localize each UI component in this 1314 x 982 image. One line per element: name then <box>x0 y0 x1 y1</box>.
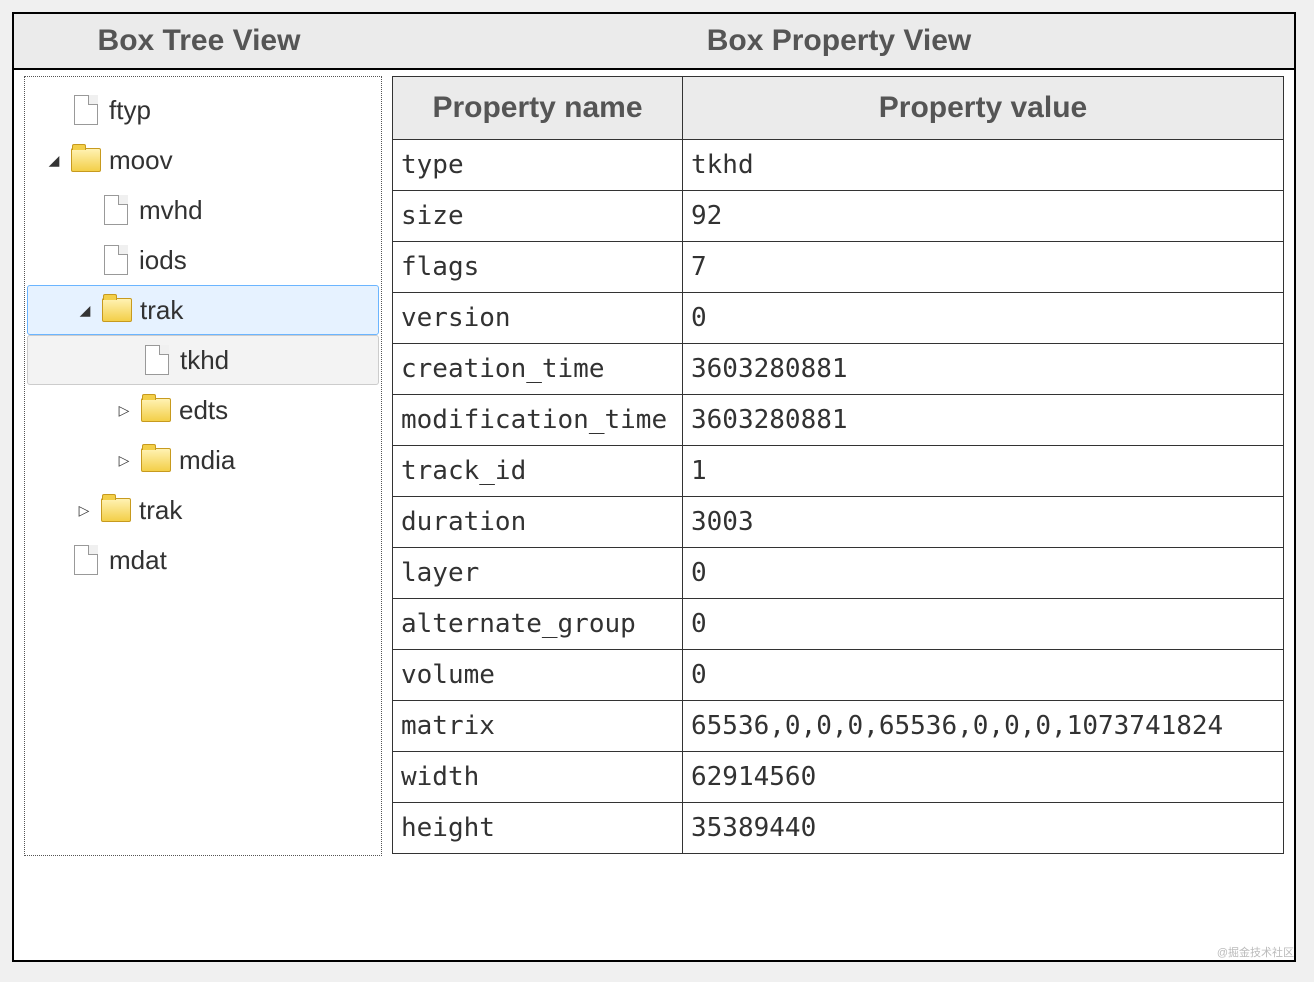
folder-icon <box>102 298 132 322</box>
prop-value-cell: 3603280881 <box>683 344 1284 395</box>
tree-item-mdat[interactable]: mdat <box>27 535 379 585</box>
tree-item-label: mdia <box>179 445 235 476</box>
disclosure-triangle-icon[interactable]: ▷ <box>115 402 133 419</box>
tree-item-trak[interactable]: ▷ trak <box>27 485 379 535</box>
tree-header: Box Tree View <box>14 14 384 68</box>
table-row[interactable]: width62914560 <box>393 752 1284 803</box>
prop-name-cell: modification_time <box>393 395 683 446</box>
tree-item-label: mdat <box>109 545 167 576</box>
table-row[interactable]: height35389440 <box>393 803 1284 854</box>
prop-value-cell: 92 <box>683 191 1284 242</box>
prop-value-cell: 0 <box>683 548 1284 599</box>
prop-name-cell: creation_time <box>393 344 683 395</box>
disclosure-triangle-icon[interactable]: ◢ <box>76 302 94 319</box>
tree-item-tkhd[interactable]: tkhd <box>27 335 379 385</box>
watermark-text: @掘金技术社区 <box>1217 944 1294 960</box>
tree-item-ftyp[interactable]: ftyp <box>27 85 379 135</box>
tree-item-label: tkhd <box>180 345 229 376</box>
prop-name-cell: matrix <box>393 701 683 752</box>
prop-value-cell: tkhd <box>683 140 1284 191</box>
prop-value-cell: 62914560 <box>683 752 1284 803</box>
property-table: Property name Property value typetkhdsiz… <box>392 76 1284 854</box>
box-property-view: Property name Property value typetkhdsiz… <box>392 76 1284 950</box>
table-row[interactable]: track_id1 <box>393 446 1284 497</box>
prop-name-cell: track_id <box>393 446 683 497</box>
prop-name-cell: flags <box>393 242 683 293</box>
prop-value-cell: 1 <box>683 446 1284 497</box>
prop-name-cell: size <box>393 191 683 242</box>
tree-item-label: iods <box>139 245 187 276</box>
tree-item-edts[interactable]: ▷ edts <box>27 385 379 435</box>
body-row: ftyp ◢ moov mvhd iods ◢ trak tkhd ▷ edts ▷ mdia ▷ tra… <box>14 70 1294 960</box>
file-icon <box>74 545 98 575</box>
file-icon <box>104 195 128 225</box>
prop-value-header: Property value <box>683 77 1284 140</box>
folder-icon <box>141 398 171 422</box>
prop-name-cell: volume <box>393 650 683 701</box>
tree-item-trak[interactable]: ◢ trak <box>27 285 379 335</box>
prop-value-cell: 7 <box>683 242 1284 293</box>
prop-value-cell: 65536,0,0,0,65536,0,0,0,1073741824 <box>683 701 1284 752</box>
property-header: Box Property View <box>384 14 1294 68</box>
tree-item-label: moov <box>109 145 173 176</box>
file-icon <box>145 345 169 375</box>
file-icon <box>74 95 98 125</box>
folder-icon <box>141 448 171 472</box>
tree-item-label: edts <box>179 395 228 426</box>
tree-item-mvhd[interactable]: mvhd <box>27 185 379 235</box>
prop-name-cell: height <box>393 803 683 854</box>
tree-item-label: trak <box>140 295 183 326</box>
prop-name-header: Property name <box>393 77 683 140</box>
table-row[interactable]: matrix65536,0,0,0,65536,0,0,0,1073741824 <box>393 701 1284 752</box>
prop-name-cell: layer <box>393 548 683 599</box>
box-tree-view[interactable]: ftyp ◢ moov mvhd iods ◢ trak tkhd ▷ edts ▷ mdia ▷ tra… <box>24 76 382 856</box>
folder-icon <box>71 148 101 172</box>
prop-name-cell: version <box>393 293 683 344</box>
table-row[interactable]: creation_time3603280881 <box>393 344 1284 395</box>
disclosure-triangle-icon[interactable]: ◢ <box>45 152 63 169</box>
prop-value-cell: 0 <box>683 599 1284 650</box>
table-row[interactable]: size92 <box>393 191 1284 242</box>
main-panel: Box Tree View Box Property View ftyp ◢ moo… <box>12 12 1296 962</box>
prop-value-cell: 35389440 <box>683 803 1284 854</box>
tree-item-label: ftyp <box>109 95 151 126</box>
prop-value-cell: 0 <box>683 650 1284 701</box>
table-row[interactable]: version0 <box>393 293 1284 344</box>
table-row[interactable]: layer0 <box>393 548 1284 599</box>
table-row[interactable]: alternate_group0 <box>393 599 1284 650</box>
tree-item-moov[interactable]: ◢ moov <box>27 135 379 185</box>
tree-item-iods[interactable]: iods <box>27 235 379 285</box>
table-row[interactable]: flags7 <box>393 242 1284 293</box>
prop-value-cell: 3003 <box>683 497 1284 548</box>
table-row[interactable]: volume0 <box>393 650 1284 701</box>
prop-name-cell: type <box>393 140 683 191</box>
tree-item-label: trak <box>139 495 182 526</box>
table-row[interactable]: duration3003 <box>393 497 1284 548</box>
prop-value-cell: 0 <box>683 293 1284 344</box>
prop-value-cell: 3603280881 <box>683 395 1284 446</box>
prop-name-cell: duration <box>393 497 683 548</box>
disclosure-triangle-icon[interactable]: ▷ <box>75 502 93 519</box>
header-row: Box Tree View Box Property View <box>14 14 1294 70</box>
table-row[interactable]: typetkhd <box>393 140 1284 191</box>
disclosure-triangle-icon[interactable]: ▷ <box>115 452 133 469</box>
folder-icon <box>101 498 131 522</box>
prop-name-cell: alternate_group <box>393 599 683 650</box>
tree-item-mdia[interactable]: ▷ mdia <box>27 435 379 485</box>
prop-name-cell: width <box>393 752 683 803</box>
table-row[interactable]: modification_time3603280881 <box>393 395 1284 446</box>
tree-item-label: mvhd <box>139 195 203 226</box>
file-icon <box>104 245 128 275</box>
